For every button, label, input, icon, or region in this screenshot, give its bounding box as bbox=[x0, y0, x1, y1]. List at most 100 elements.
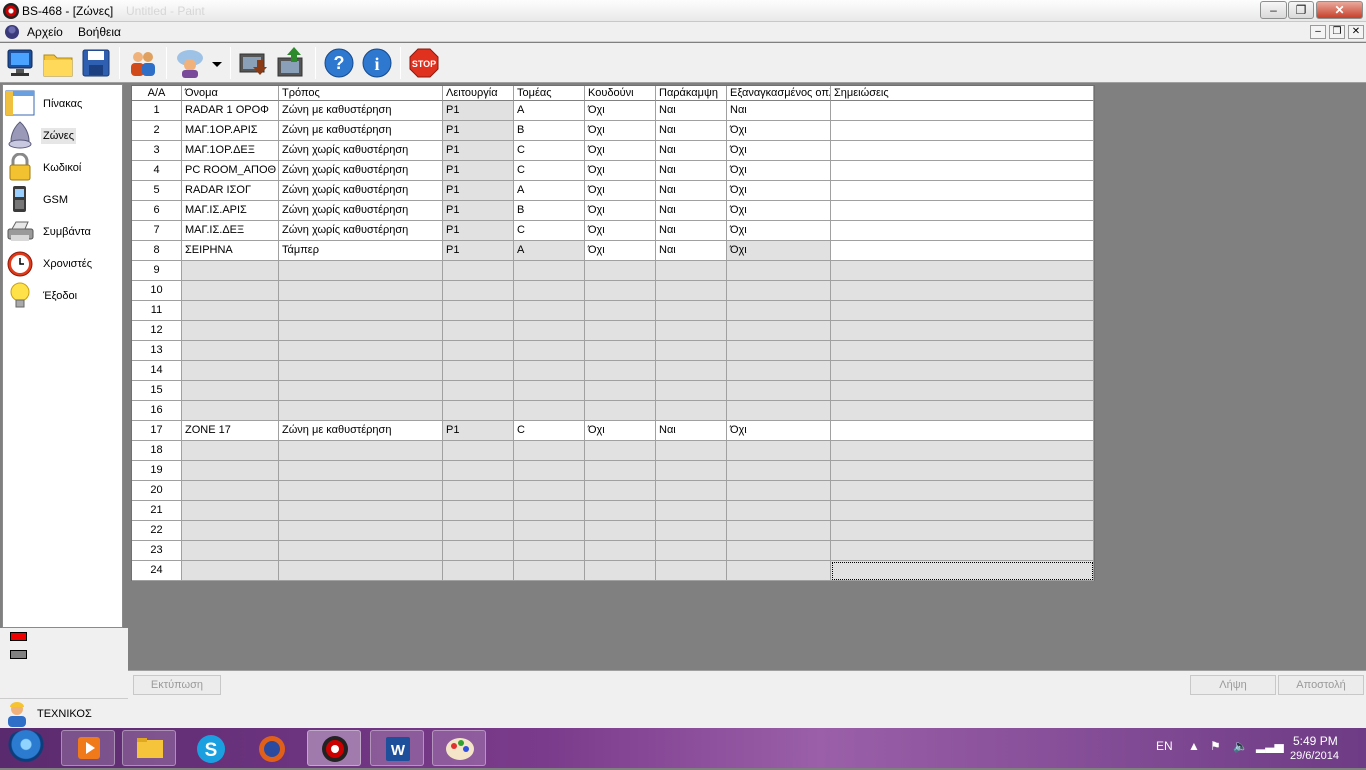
sidebar-item-codes[interactable]: Κωδικοί bbox=[3, 151, 122, 183]
header-col-mode[interactable]: Τρόπος bbox=[279, 86, 443, 101]
cell-col-bypass[interactable] bbox=[656, 341, 727, 361]
cell-col-notes[interactable] bbox=[831, 301, 1094, 321]
cell-col-bypass[interactable] bbox=[656, 301, 727, 321]
cell-col-partition[interactable]: A bbox=[514, 181, 585, 201]
cell-col-partition[interactable] bbox=[514, 341, 585, 361]
cell-col-forced-arming[interactable] bbox=[727, 261, 831, 281]
cell-col-notes[interactable] bbox=[831, 101, 1094, 121]
cell-col-name[interactable] bbox=[182, 481, 279, 501]
cell-col-forced-arming[interactable] bbox=[727, 381, 831, 401]
cell-col-bell[interactable]: Όχι bbox=[585, 241, 656, 261]
header-col-function[interactable]: Λειτουργία bbox=[443, 86, 514, 101]
cell-col-function[interactable] bbox=[443, 321, 514, 341]
print-button[interactable]: Εκτύπωση bbox=[133, 675, 221, 695]
cell-col-bell[interactable]: Όχι bbox=[585, 421, 656, 441]
sidebar-item-timers[interactable]: Χρονιστές bbox=[3, 247, 122, 279]
action-center-flag-icon[interactable]: ⚑ bbox=[1210, 739, 1221, 753]
cell-col-notes[interactable] bbox=[831, 381, 1094, 401]
cell-col-partition[interactable] bbox=[514, 481, 585, 501]
cell-col-mode[interactable] bbox=[279, 341, 443, 361]
cell-col-bell[interactable]: Όχι bbox=[585, 181, 656, 201]
cell-col-bell[interactable]: Όχι bbox=[585, 141, 656, 161]
taskbar-word-icon[interactable]: W bbox=[370, 730, 424, 766]
cell-col-bypass[interactable] bbox=[656, 261, 727, 281]
cell-col-name[interactable] bbox=[182, 561, 279, 581]
cell-col-forced-arming[interactable] bbox=[727, 541, 831, 561]
open-folder-icon[interactable] bbox=[41, 46, 75, 80]
cell-col-bypass[interactable] bbox=[656, 481, 727, 501]
cell-col-name[interactable]: RADAR ΙΣΟΓ bbox=[182, 181, 279, 201]
table-row[interactable]: 14 bbox=[132, 361, 1094, 381]
table-row[interactable]: 18 bbox=[132, 441, 1094, 461]
cell-col-bypass[interactable] bbox=[656, 281, 727, 301]
cell-col-partition[interactable] bbox=[514, 561, 585, 581]
table-row[interactable]: 23 bbox=[132, 541, 1094, 561]
cell-col-forced-arming[interactable] bbox=[727, 281, 831, 301]
cell-col-name[interactable]: ΣΕΙΡΗΝΑ bbox=[182, 241, 279, 261]
cell-col-mode[interactable]: Τάμπερ bbox=[279, 241, 443, 261]
table-row[interactable]: 6 ΜΑΓ.ΙΣ.ΑΡΙΣ Ζώνη χωρίς καθυστέρηση P1 B Όχι… bbox=[132, 201, 1094, 221]
cell-col-function[interactable]: P1 bbox=[443, 201, 514, 221]
cell-col-mode[interactable] bbox=[279, 481, 443, 501]
cell-col-mode[interactable] bbox=[279, 561, 443, 581]
cell-col-name[interactable]: ΜΑΓ.ΙΣ.ΔΕΞ bbox=[182, 221, 279, 241]
cell-col-bypass[interactable]: Ναι bbox=[656, 101, 727, 121]
table-row[interactable]: 16 bbox=[132, 401, 1094, 421]
cell-col-notes[interactable] bbox=[831, 241, 1094, 261]
volume-icon[interactable]: 🔈 bbox=[1233, 739, 1248, 753]
cell-col-bypass[interactable]: Ναι bbox=[656, 241, 727, 261]
save-icon[interactable] bbox=[79, 46, 113, 80]
cell-col-partition[interactable] bbox=[514, 381, 585, 401]
table-row[interactable]: 12 bbox=[132, 321, 1094, 341]
cell-col-forced-arming[interactable] bbox=[727, 501, 831, 521]
clock-date[interactable]: 29/6/2014 bbox=[1290, 750, 1339, 762]
table-row[interactable]: 10 bbox=[132, 281, 1094, 301]
cell-col-bypass[interactable]: Ναι bbox=[656, 161, 727, 181]
header-col-bypass[interactable]: Παράκαμψη bbox=[656, 86, 727, 101]
cell-col-bypass[interactable] bbox=[656, 441, 727, 461]
cell-col-partition[interactable] bbox=[514, 461, 585, 481]
maximize-button[interactable]: ❐ bbox=[1288, 1, 1314, 19]
header-col-index[interactable]: Α/Α bbox=[132, 86, 182, 101]
cell-col-mode[interactable] bbox=[279, 521, 443, 541]
cell-col-forced-arming[interactable]: Όχι bbox=[727, 241, 831, 261]
cell-col-mode[interactable] bbox=[279, 441, 443, 461]
taskbar-explorer-icon[interactable] bbox=[122, 730, 176, 766]
cell-col-bypass[interactable]: Ναι bbox=[656, 221, 727, 241]
cell-col-name[interactable] bbox=[182, 541, 279, 561]
table-row[interactable]: 24 bbox=[132, 561, 1094, 581]
minimize-button[interactable]: – bbox=[1260, 1, 1287, 19]
cell-col-forced-arming[interactable]: Όχι bbox=[727, 141, 831, 161]
table-row[interactable]: 5 RADAR ΙΣΟΓ Ζώνη χωρίς καθυστέρηση P1 A Όχι Ν… bbox=[132, 181, 1094, 201]
cell-col-partition[interactable] bbox=[514, 541, 585, 561]
cell-col-function[interactable] bbox=[443, 381, 514, 401]
cell-col-name[interactable] bbox=[182, 381, 279, 401]
table-row[interactable]: 3 ΜΑΓ.1ΟΡ.ΔΕΞ Ζώνη χωρίς καθυστέρηση P1 C Όχι… bbox=[132, 141, 1094, 161]
cell-col-notes[interactable] bbox=[831, 181, 1094, 201]
stop-icon[interactable]: STOP bbox=[407, 46, 441, 80]
table-row[interactable]: 9 bbox=[132, 261, 1094, 281]
cell-col-function[interactable] bbox=[443, 261, 514, 281]
cell-col-notes[interactable] bbox=[831, 321, 1094, 341]
cell-col-mode[interactable] bbox=[279, 361, 443, 381]
taskbar-bs468-icon[interactable] bbox=[307, 730, 361, 766]
cell-col-notes[interactable] bbox=[831, 341, 1094, 361]
cell-col-bell[interactable] bbox=[585, 501, 656, 521]
cell-col-name[interactable] bbox=[182, 301, 279, 321]
cell-col-name[interactable]: ΜΑΓ.1ΟΡ.ΑΡΙΣ bbox=[182, 121, 279, 141]
cell-col-bell[interactable] bbox=[585, 461, 656, 481]
cell-col-function[interactable] bbox=[443, 281, 514, 301]
cell-col-notes[interactable] bbox=[831, 121, 1094, 141]
cell-col-notes[interactable] bbox=[831, 161, 1094, 181]
cell-col-notes[interactable] bbox=[831, 441, 1094, 461]
cell-col-forced-arming[interactable] bbox=[727, 441, 831, 461]
cell-col-bell[interactable] bbox=[585, 381, 656, 401]
language-indicator[interactable]: EN bbox=[1156, 739, 1173, 753]
cell-col-mode[interactable] bbox=[279, 541, 443, 561]
cell-col-mode[interactable] bbox=[279, 281, 443, 301]
cell-col-notes[interactable] bbox=[831, 281, 1094, 301]
cell-col-forced-arming[interactable]: Όχι bbox=[727, 161, 831, 181]
cell-col-partition[interactable] bbox=[514, 501, 585, 521]
cell-col-partition[interactable] bbox=[514, 321, 585, 341]
taskbar-media-player-icon[interactable] bbox=[61, 730, 115, 766]
